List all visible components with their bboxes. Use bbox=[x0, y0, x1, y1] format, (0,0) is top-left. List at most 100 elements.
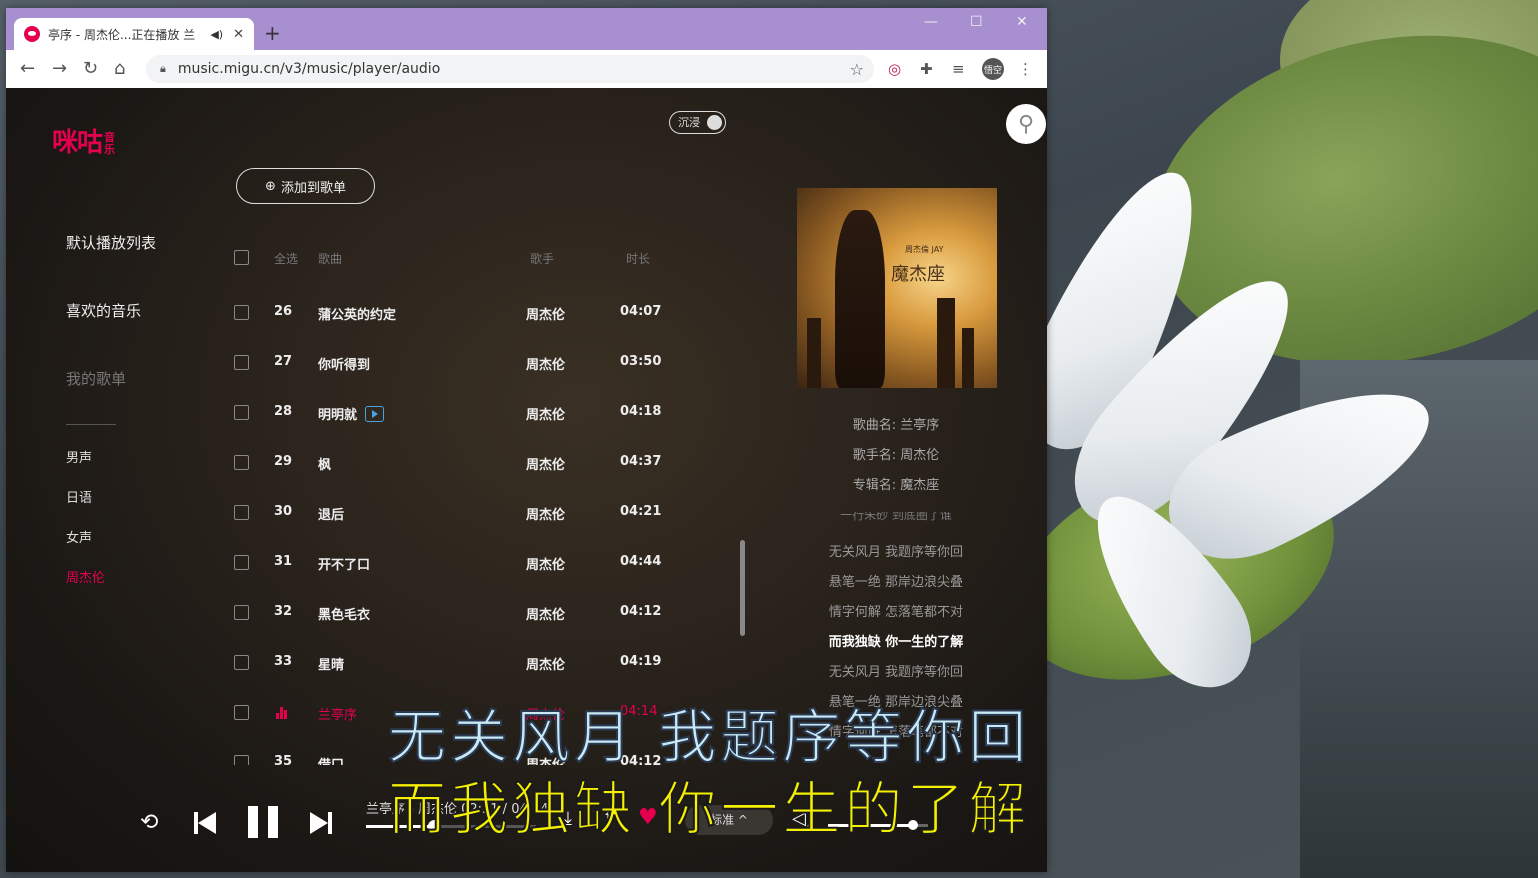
forward-button[interactable]: → bbox=[52, 58, 67, 80]
select-all-checkbox[interactable] bbox=[234, 250, 249, 265]
sidebar-playlist-item[interactable]: 男声 bbox=[66, 447, 92, 466]
song-title[interactable]: 借口 bbox=[318, 754, 344, 765]
tab-title: 亭序 - 周杰伦...正在播放 兰 bbox=[48, 27, 196, 42]
song-row[interactable]: 27 你听得到 周杰伦 03:50 bbox=[234, 351, 674, 375]
song-artist[interactable]: 周杰伦 bbox=[526, 504, 565, 523]
immersive-toggle[interactable]: 沉浸 bbox=[669, 111, 726, 134]
close-window-button[interactable]: ✕ bbox=[1016, 14, 1028, 30]
song-duration: 04:21 bbox=[620, 504, 662, 519]
song-number: 30 bbox=[274, 504, 293, 519]
previous-track-icon[interactable] bbox=[194, 811, 218, 835]
song-artist[interactable]: 周杰伦 bbox=[526, 454, 565, 473]
song-duration: 04:19 bbox=[620, 654, 662, 669]
song-title[interactable]: 蒲公英的约定 bbox=[318, 304, 396, 323]
song-number: 31 bbox=[274, 554, 293, 569]
song-duration: 04:37 bbox=[620, 454, 662, 469]
row-checkbox[interactable] bbox=[234, 405, 249, 420]
duration-column-header: 时长 bbox=[626, 252, 651, 266]
song-title[interactable]: 枫 bbox=[318, 454, 331, 473]
song-title[interactable]: 星晴 bbox=[318, 654, 344, 673]
reading-list-icon[interactable]: ≡ bbox=[952, 60, 965, 78]
song-artist[interactable]: 周杰伦 bbox=[526, 554, 565, 573]
song-title-with-mv[interactable]: 明明就 bbox=[318, 404, 385, 423]
extension-icon[interactable]: ◎ bbox=[888, 60, 901, 78]
bookmark-star-icon[interactable]: ☆ bbox=[850, 60, 864, 79]
row-checkbox[interactable] bbox=[234, 555, 249, 570]
tab-close-icon[interactable]: ✕ bbox=[233, 27, 244, 42]
sidebar-playlist-item[interactable]: 女声 bbox=[66, 527, 92, 546]
song-duration: 03:50 bbox=[620, 354, 662, 369]
row-checkbox[interactable] bbox=[234, 455, 249, 470]
row-checkbox[interactable] bbox=[234, 705, 249, 720]
url-text[interactable]: music.migu.cn/v3/music/player/audio bbox=[178, 61, 850, 77]
select-all-label[interactable]: 全选 bbox=[274, 250, 298, 267]
mv-play-icon[interactable] bbox=[365, 406, 385, 422]
sidebar-item-my-playlists[interactable]: 我的歌单 bbox=[66, 368, 126, 389]
new-tab-button[interactable]: + bbox=[264, 21, 281, 45]
tab-migu-player[interactable]: 亭序 - 周杰伦...正在播放 兰 ◀) ✕ bbox=[14, 18, 254, 50]
song-title[interactable]: 开不了口 bbox=[318, 554, 370, 573]
row-checkbox[interactable] bbox=[234, 355, 249, 370]
sidebar-playlist-item-active[interactable]: 周杰伦 bbox=[66, 567, 105, 586]
profile-avatar[interactable]: 悟空 bbox=[982, 58, 1004, 80]
song-row[interactable]: 31 开不了口 周杰伦 04:44 bbox=[234, 551, 674, 575]
row-checkbox[interactable] bbox=[234, 505, 249, 520]
add-to-playlist-button[interactable]: ⊕ 添加到歌单 bbox=[236, 168, 375, 204]
song-row[interactable]: 28 明明就 周杰伦 04:18 bbox=[234, 401, 674, 425]
puzzle-icon[interactable]: ✚ bbox=[920, 60, 933, 78]
row-checkbox[interactable] bbox=[234, 605, 249, 620]
sidebar-item-liked-music[interactable]: 喜欢的音乐 bbox=[66, 300, 141, 321]
minimize-button[interactable]: — bbox=[924, 14, 938, 30]
album-cover: 周杰倫 JAY 魔杰座 bbox=[797, 188, 997, 388]
row-checkbox[interactable] bbox=[234, 755, 249, 765]
song-list-scrollbar[interactable] bbox=[740, 540, 745, 636]
song-row[interactable]: 26 蒲公英的约定 周杰伦 04:07 bbox=[234, 301, 674, 325]
sidebar-playlist-item[interactable]: 日语 bbox=[66, 487, 92, 506]
lock-icon[interactable]: 🔒︎ bbox=[160, 62, 166, 76]
song-title[interactable]: 退后 bbox=[318, 504, 344, 523]
song-title[interactable]: 你听得到 bbox=[318, 354, 370, 373]
song-row[interactable]: 32 黑色毛衣 周杰伦 04:12 bbox=[234, 601, 674, 625]
lyric-line: 无关风月 我题序等你回 bbox=[828, 665, 964, 680]
pause-icon[interactable] bbox=[248, 806, 278, 838]
cover-artist-text: 周杰倫 JAY bbox=[905, 245, 944, 254]
row-checkbox[interactable] bbox=[234, 305, 249, 320]
speaker-icon[interactable]: ◀) bbox=[210, 28, 223, 41]
search-button[interactable]: ⚲ bbox=[1006, 104, 1046, 144]
lyric-line-current: 而我独缺 你一生的了解 bbox=[828, 635, 964, 650]
browser-toolbar: ← → ↻ ⌂ 🔒︎ music.migu.cn/v3/music/player… bbox=[6, 50, 1047, 88]
song-artist[interactable]: 周杰伦 bbox=[526, 304, 565, 323]
song-name-line: 歌曲名: 兰亭序 bbox=[852, 418, 940, 433]
song-row[interactable]: 33 星晴 周杰伦 04:19 bbox=[234, 651, 674, 675]
home-button[interactable]: ⌂ bbox=[114, 58, 125, 80]
loop-mode-icon[interactable]: ⟲ bbox=[140, 810, 158, 835]
song-number: 28 bbox=[274, 404, 293, 419]
next-track-icon[interactable] bbox=[308, 811, 332, 835]
song-duration: 04:44 bbox=[620, 554, 662, 569]
video-subtitle-line: 而我独缺 你一生的了解 bbox=[387, 774, 1031, 844]
lyric-line: 情字何解 怎落笔都不对 bbox=[828, 605, 964, 620]
artist-column-header: 歌手 bbox=[530, 252, 555, 266]
immersive-label: 沉浸 bbox=[678, 116, 700, 129]
add-playlist-icon: ⊕ bbox=[265, 178, 276, 194]
song-artist[interactable]: 周杰伦 bbox=[526, 654, 565, 673]
song-artist[interactable]: 周杰伦 bbox=[526, 604, 565, 623]
reload-button[interactable]: ↻ bbox=[83, 58, 98, 80]
browser-menu-icon[interactable]: ⋮ bbox=[1018, 60, 1033, 78]
lyric-line: 悬笔一绝 那岸边浪尖叠 bbox=[828, 575, 964, 590]
sidebar-item-default-playlist[interactable]: 默认播放列表 bbox=[66, 232, 156, 253]
song-title[interactable]: 兰亭序 bbox=[318, 704, 357, 723]
song-title[interactable]: 黑色毛衣 bbox=[318, 604, 370, 623]
song-artist[interactable]: 周杰伦 bbox=[526, 404, 565, 423]
song-artist[interactable]: 周杰伦 bbox=[526, 354, 565, 373]
song-number: 29 bbox=[274, 454, 293, 469]
back-button[interactable]: ← bbox=[20, 58, 35, 80]
song-row[interactable]: 29 枫 周杰伦 04:37 bbox=[234, 451, 674, 475]
maximize-button[interactable]: ☐ bbox=[970, 14, 983, 30]
song-duration: 04:12 bbox=[620, 604, 662, 619]
row-checkbox[interactable] bbox=[234, 655, 249, 670]
song-row[interactable]: 30 退后 周杰伦 04:21 bbox=[234, 501, 674, 525]
song-title: 明明就 bbox=[318, 408, 358, 423]
address-bar[interactable]: 🔒︎ music.migu.cn/v3/music/player/audio ☆ bbox=[146, 55, 874, 83]
migu-logo[interactable]: 咪咕 音乐 bbox=[52, 122, 116, 159]
